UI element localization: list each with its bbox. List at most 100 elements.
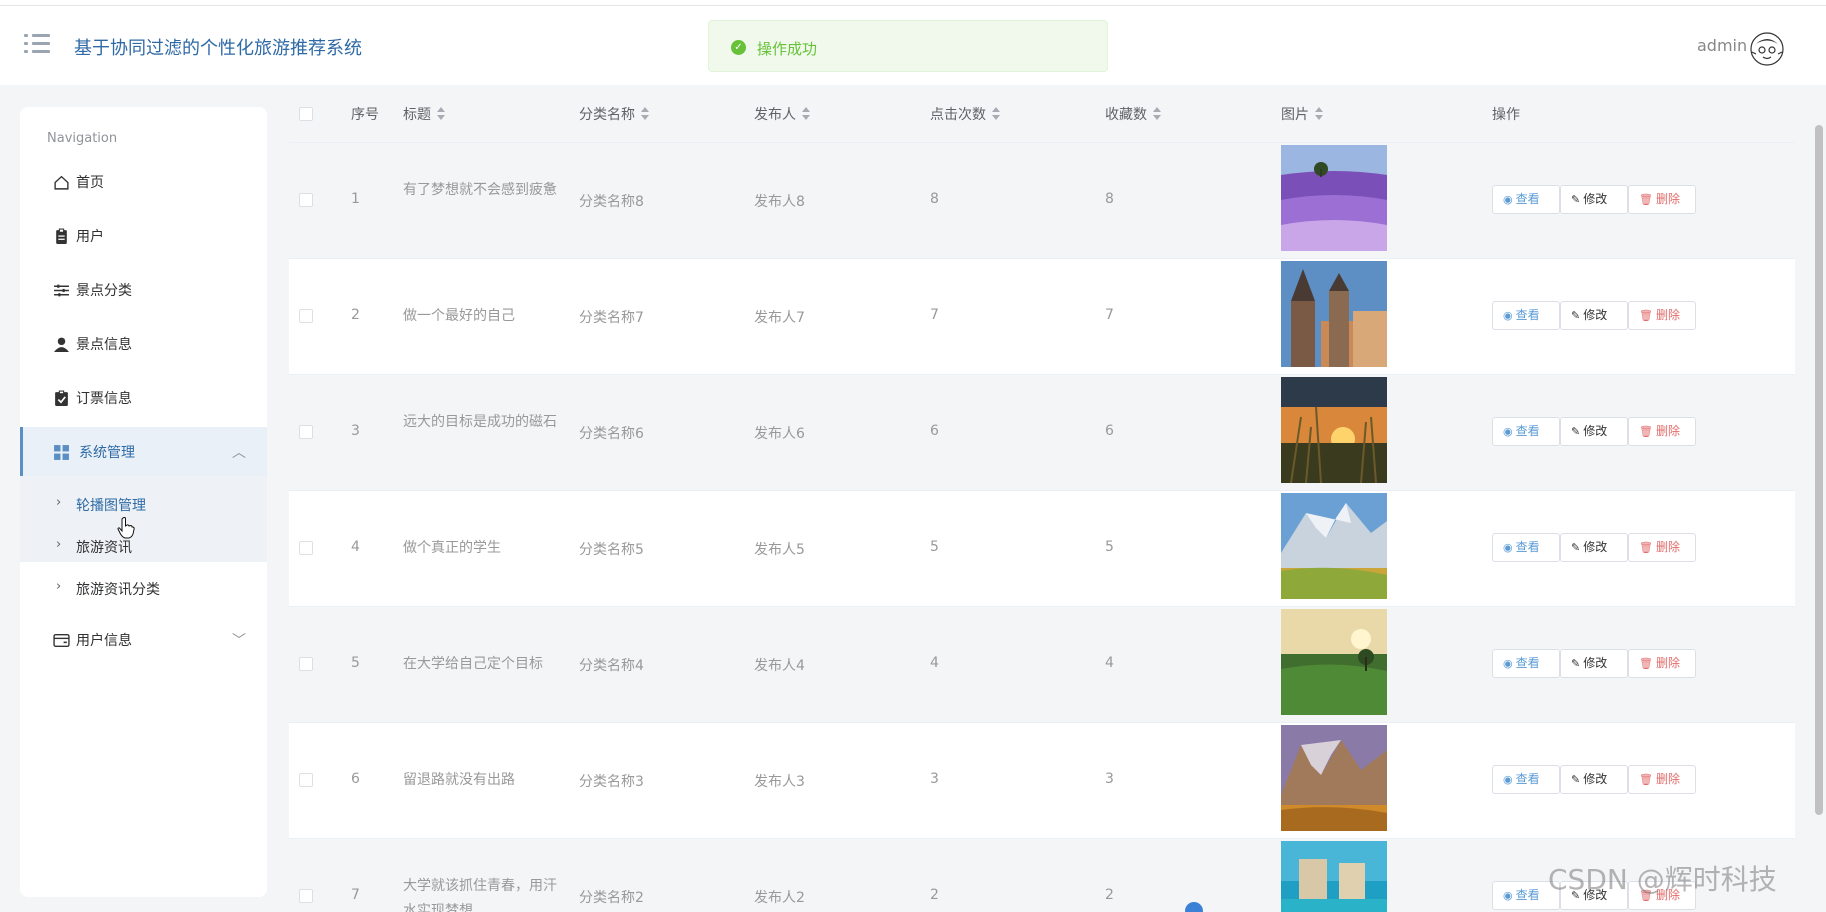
sort-icon[interactable] (437, 107, 445, 121)
edit-button[interactable]: ✎ 修改 (1560, 533, 1628, 562)
delete-button-label: 删除 (1655, 772, 1680, 786)
cell-title: 做个真正的学生 (403, 540, 501, 556)
submenu-item-travel-news[interactable]: › 旅游资讯 (20, 527, 267, 565)
cell-image-thumbnail[interactable] (1281, 493, 1387, 599)
edit-button[interactable]: ✎ 修改 (1560, 765, 1628, 794)
avatar[interactable] (1750, 32, 1784, 66)
column-header-image[interactable]: 图片 (1281, 104, 1323, 124)
cell-clicks: 3 (930, 771, 939, 787)
row-checkbox[interactable] (299, 889, 313, 903)
delete-button[interactable]: 🗑 删除 (1628, 765, 1696, 794)
sidebar-item-ticket-info[interactable]: 订票信息 (20, 373, 267, 423)
cell-no: 7 (351, 887, 360, 903)
cell-no: 5 (351, 655, 360, 671)
sort-icon[interactable] (1153, 107, 1161, 121)
app-title: 基于协同过滤的个性化旅游推荐系统 (74, 38, 362, 59)
cell-category: 分类名称5 (579, 542, 644, 558)
view-button[interactable]: ◉ 查看 (1492, 765, 1560, 794)
sidebar-item-scenic-category[interactable]: 景点分类 (20, 265, 267, 315)
table-row: 2 做一个最好的自己 分类名称7 发布人7 7 7 ◉ 查看 ✎ 修改 🗑 删除 (289, 259, 1795, 375)
view-button[interactable]: ◉ 查看 (1492, 185, 1560, 214)
view-button[interactable]: ◉ 查看 (1492, 649, 1560, 678)
row-checkbox[interactable] (299, 773, 313, 787)
view-button[interactable]: ◉ 查看 (1492, 417, 1560, 446)
sidebar-item-label: 系统管理 (79, 445, 135, 461)
delete-button-label: 删除 (1655, 424, 1680, 438)
cell-clicks: 8 (930, 191, 939, 207)
row-checkbox[interactable] (299, 193, 313, 207)
menu-toggle-icon[interactable] (24, 30, 52, 58)
delete-button[interactable]: 🗑 删除 (1628, 301, 1696, 330)
sidebar-item-home[interactable]: 首页 (20, 157, 267, 207)
cell-image-thumbnail[interactable] (1281, 841, 1387, 912)
user-name[interactable]: admin (1697, 36, 1747, 55)
cell-image-thumbnail[interactable] (1281, 725, 1387, 831)
edit-button-label: 修改 (1583, 424, 1608, 438)
vertical-scrollbar[interactable] (1812, 85, 1826, 912)
row-checkbox[interactable] (299, 657, 313, 671)
submenu-item-carousel[interactable]: › 轮播图管理 (20, 485, 267, 523)
view-button[interactable]: ◉ 查看 (1492, 301, 1560, 330)
column-header-label: 收藏数 (1105, 107, 1147, 123)
edit-icon: ✎ (1571, 309, 1581, 322)
trash-icon: 🗑 (1639, 773, 1653, 786)
table-row: 3 远大的目标是成功的磁石 分类名称6 发布人6 6 6 ◉ 查看 ✎ 修改 🗑 删除 (289, 375, 1795, 491)
cell-image-thumbnail[interactable] (1281, 145, 1387, 251)
cell-image-thumbnail[interactable] (1281, 609, 1387, 715)
sort-icon[interactable] (1315, 107, 1323, 121)
hand-cursor-icon (117, 517, 135, 539)
watermark: CSDN @辉时科技 (1548, 863, 1777, 896)
column-header-category[interactable]: 分类名称 (579, 104, 649, 124)
column-header-title[interactable]: 标题 (403, 104, 445, 124)
grid-icon (54, 445, 69, 460)
cell-favorites: 3 (1105, 771, 1114, 787)
cell-image-thumbnail[interactable] (1281, 377, 1387, 483)
edit-button[interactable]: ✎ 修改 (1560, 185, 1628, 214)
success-toast: ✓ 操作成功 (708, 20, 1108, 72)
cell-image-thumbnail[interactable] (1281, 261, 1387, 367)
edit-button[interactable]: ✎ 修改 (1560, 301, 1628, 330)
delete-button[interactable]: 🗑 删除 (1628, 649, 1696, 678)
cell-clicks: 4 (930, 655, 939, 671)
sort-icon[interactable] (992, 107, 1000, 121)
view-button[interactable]: ◉ 查看 (1492, 533, 1560, 562)
row-checkbox[interactable] (299, 541, 313, 555)
eye-icon: ◉ (1503, 657, 1513, 670)
edit-button-label: 修改 (1583, 540, 1608, 554)
sidebar-item-user-info[interactable]: 用户信息 ﹀ (20, 615, 267, 665)
edit-button-label: 修改 (1583, 772, 1608, 786)
delete-button-label: 删除 (1655, 192, 1680, 206)
eye-icon: ◉ (1503, 309, 1513, 322)
cell-category: 分类名称6 (579, 426, 644, 442)
scrollbar-thumb[interactable] (1815, 125, 1823, 815)
delete-button[interactable]: 🗑 删除 (1628, 185, 1696, 214)
sort-icon[interactable] (641, 107, 649, 121)
sidebar-item-scenic-info[interactable]: 景点信息 (20, 319, 267, 369)
column-header-clicks[interactable]: 点击次数 (930, 104, 1000, 124)
edit-icon: ✎ (1571, 657, 1581, 670)
edit-button[interactable]: ✎ 修改 (1560, 417, 1628, 446)
sidebar-item-users[interactable]: 用户 (20, 211, 267, 261)
table-header: 序号 标题 分类名称 发布人 点击次数 收藏数 图片 操作 (289, 85, 1795, 143)
sort-icon[interactable] (802, 107, 810, 121)
edit-button-label: 修改 (1583, 192, 1608, 206)
sidebar-item-system-management[interactable]: 系统管理 ︿ (20, 427, 267, 477)
submenu-item-travel-news-category[interactable]: › 旅游资讯分类 (20, 569, 267, 607)
column-header-label: 分类名称 (579, 107, 635, 123)
sidebar-item-label: 用户 (76, 229, 104, 245)
column-header-label: 发布人 (754, 107, 796, 123)
column-header-favorites[interactable]: 收藏数 (1105, 104, 1161, 124)
delete-button[interactable]: 🗑 删除 (1628, 417, 1696, 446)
trash-icon: 🗑 (1639, 309, 1653, 322)
cell-no: 4 (351, 539, 360, 555)
cell-category: 分类名称3 (579, 774, 644, 790)
edit-button-label: 修改 (1583, 656, 1608, 670)
delete-button[interactable]: 🗑 删除 (1628, 533, 1696, 562)
sidebar-item-label: 景点信息 (76, 337, 132, 353)
row-checkbox[interactable] (299, 309, 313, 323)
row-checkbox[interactable] (299, 425, 313, 439)
edit-button[interactable]: ✎ 修改 (1560, 649, 1628, 678)
column-header-publisher[interactable]: 发布人 (754, 104, 810, 124)
select-all-checkbox[interactable] (299, 107, 313, 121)
chevron-right-icon: › (56, 579, 62, 594)
